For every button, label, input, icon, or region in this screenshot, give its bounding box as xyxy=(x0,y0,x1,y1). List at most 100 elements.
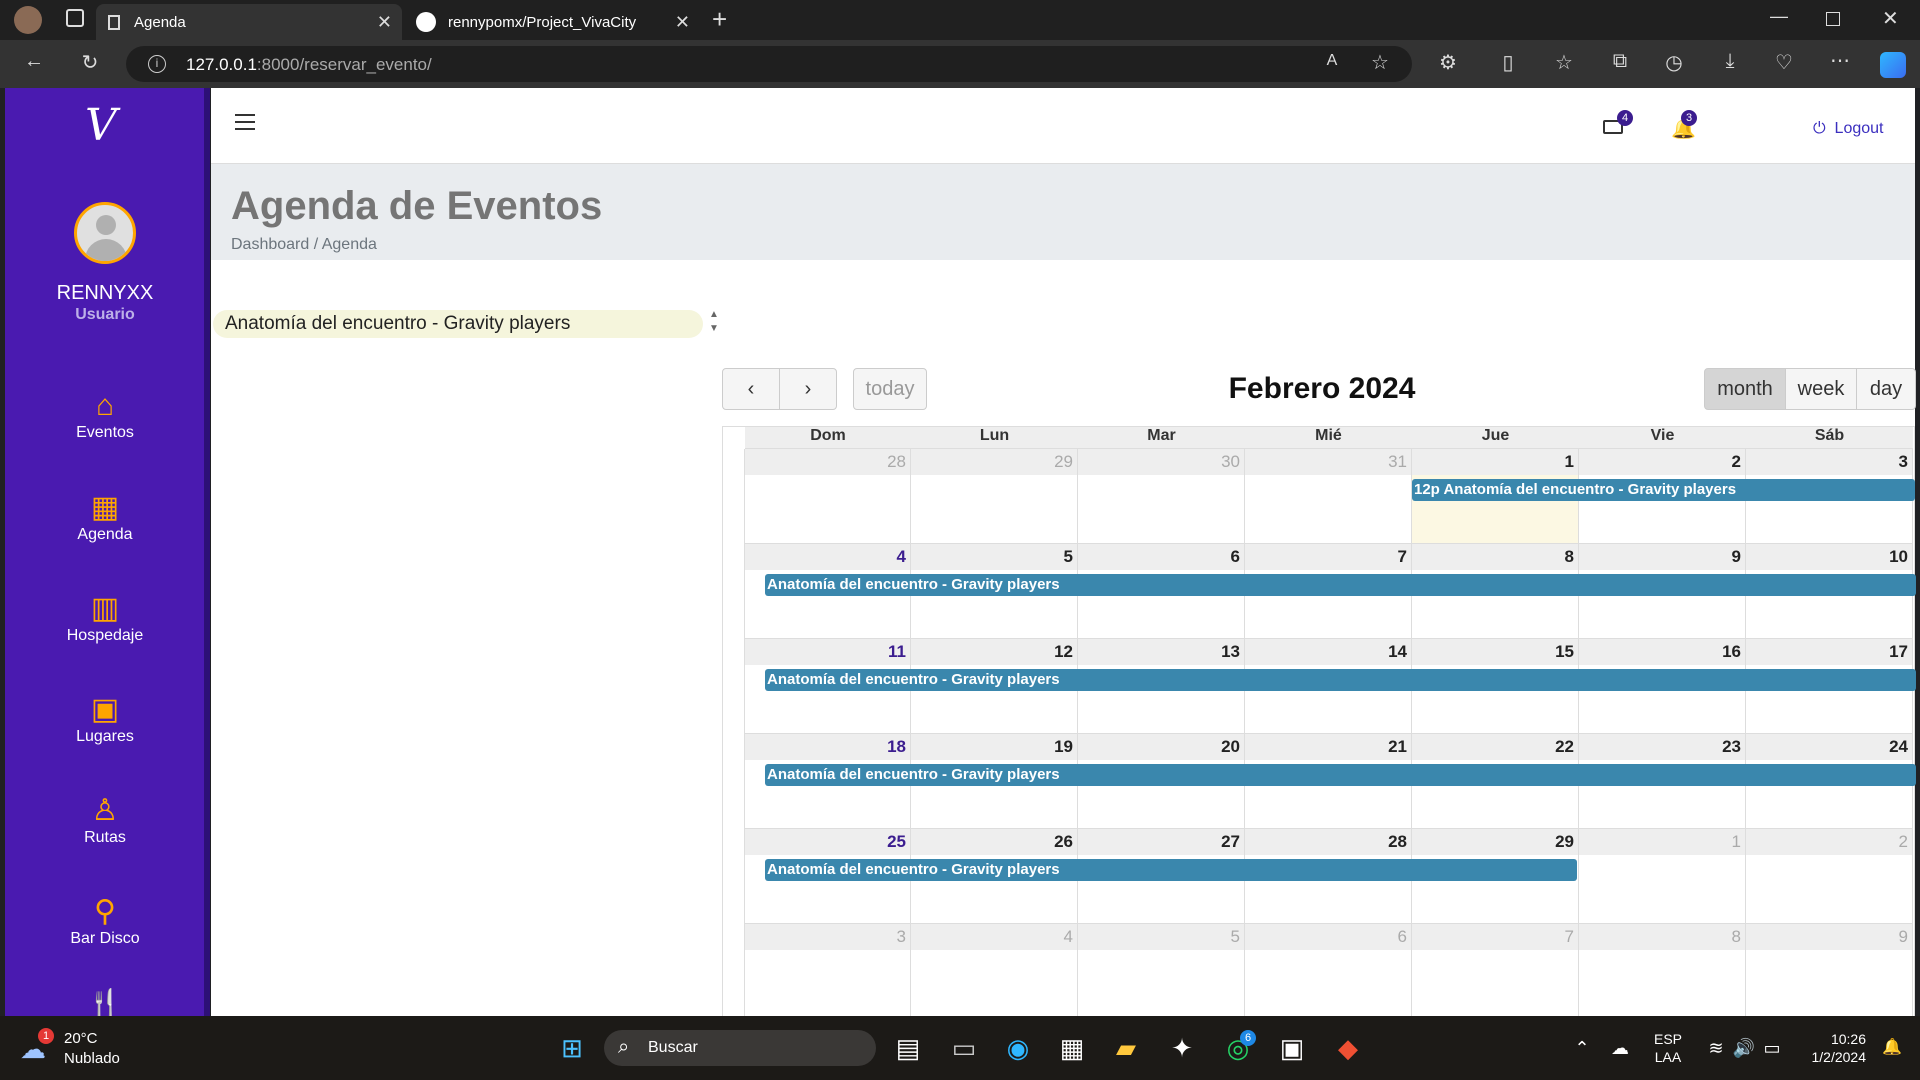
widgets-icon[interactable]: ▤ xyxy=(888,1030,928,1066)
split-screen-icon[interactable]: ▯ xyxy=(1494,50,1522,75)
search-box[interactable]: ⌕ Buscar xyxy=(604,1030,876,1066)
dow-header: Jue xyxy=(1412,427,1579,449)
calendar-week: 28 29 30 31 1 2 3 12p Anatomía del encuentro - … xyxy=(745,449,1916,544)
weather-widget[interactable]: ☁ 1 20°C Nublado xyxy=(20,1028,140,1070)
view-month-button[interactable]: month xyxy=(1704,368,1786,410)
view-day-button[interactable]: day xyxy=(1856,368,1916,410)
history-icon[interactable]: ◷ xyxy=(1660,50,1688,75)
day-header-bar xyxy=(911,449,1077,475)
file-explorer-icon[interactable]: ▰ xyxy=(1106,1030,1146,1066)
start-icon[interactable]: ⊞ xyxy=(552,1030,592,1066)
calendar-event[interactable]: Anatomía del encuentro - Gravity players xyxy=(765,859,1577,881)
tab-github[interactable]: rennypomx/Project_VivaCity ✕ xyxy=(404,4,700,40)
tray-overflow-icon[interactable]: ⌃ xyxy=(1562,1030,1602,1066)
git-icon[interactable]: ◆ xyxy=(1328,1030,1368,1066)
calendar-day[interactable]: 4 xyxy=(911,924,1078,1019)
performance-icon[interactable]: ♡ xyxy=(1770,50,1798,75)
breadcrumb: Dashboard / Agenda xyxy=(231,236,377,253)
calendar-day[interactable]: 8 xyxy=(1579,924,1746,1019)
notifications-bell-icon[interactable]: 🔔 xyxy=(1872,1030,1912,1066)
view-week-button[interactable]: week xyxy=(1785,368,1857,410)
day-header-bar xyxy=(745,829,910,855)
downloads-icon[interactable]: ⤓ xyxy=(1716,50,1744,73)
calendar-event[interactable]: Anatomía del encuentro - Gravity players xyxy=(765,669,1916,691)
calendar-day[interactable]: 6 xyxy=(1245,924,1412,1019)
prev-month-button[interactable]: ‹ xyxy=(722,368,780,410)
task-view-icon[interactable]: ▭ xyxy=(944,1030,984,1066)
sidebar-item-eventos[interactable]: ⌂ Eventos xyxy=(5,388,205,442)
copilot-icon[interactable] xyxy=(1880,52,1906,78)
day-number: 20 xyxy=(1221,737,1240,756)
tab-agenda[interactable]: Agenda ✕ xyxy=(96,4,402,40)
event-select[interactable]: Anatomía del encuentro - Gravity players… xyxy=(213,309,719,338)
day-header-bar xyxy=(1746,829,1912,855)
calendar-day[interactable]: 1 xyxy=(1579,829,1746,924)
day-number: 23 xyxy=(1722,737,1741,756)
extensions-icon[interactable]: ⚙ xyxy=(1434,50,1462,75)
sidebar: V RENNYXX Usuario ⌂ Eventos ▦ Agenda ▥ H… xyxy=(5,88,210,1022)
calendar-event[interactable]: Anatomía del encuentro - Gravity players xyxy=(765,764,1916,786)
bottle-icon: ⚲ xyxy=(94,895,116,928)
address-bar[interactable]: i 127.0.0.1:8000/reservar_evento/ A ☆ xyxy=(126,46,1412,82)
calendar-day[interactable]: 31 xyxy=(1245,449,1412,544)
logo: V xyxy=(85,100,117,151)
calendar-day[interactable]: 5 xyxy=(1078,924,1245,1019)
back-icon[interactable]: ← xyxy=(20,50,48,73)
calendar-day[interactable]: 3 xyxy=(745,924,911,1019)
maximize-button[interactable] xyxy=(1826,12,1840,26)
calendar-day[interactable]: 29 xyxy=(911,449,1078,544)
today-button[interactable]: today xyxy=(853,368,927,410)
sidebar-item-lugares[interactable]: ▣ Lugares xyxy=(5,692,205,746)
day-number: 5 xyxy=(1230,927,1240,946)
day-header-bar xyxy=(1746,639,1912,665)
calendar-event[interactable]: 12p Anatomía del encuentro - Gravity pla… xyxy=(1412,479,1915,501)
favorites-icon[interactable]: ☆ xyxy=(1550,50,1578,75)
read-aloud-icon[interactable]: A xyxy=(1318,52,1346,70)
day-number: 18 xyxy=(887,737,906,756)
sidebar-item-bar-disco[interactable]: ⚲ Bar Disco xyxy=(5,894,205,948)
hamburger-menu-icon[interactable] xyxy=(235,114,255,130)
minimize-button[interactable]: — xyxy=(1770,6,1788,27)
day-header-bar xyxy=(1078,639,1244,665)
calendar-event[interactable]: Anatomía del encuentro - Gravity players xyxy=(765,574,1916,596)
day-header-bar xyxy=(1245,449,1411,475)
close-tab-icon[interactable]: ✕ xyxy=(377,12,392,33)
tab-actions-icon[interactable] xyxy=(66,9,84,27)
calendar-day[interactable]: 28 xyxy=(745,449,911,544)
onedrive-icon[interactable]: ☁ xyxy=(1600,1030,1640,1066)
sidebar-item-agenda[interactable]: ▦ Agenda xyxy=(5,490,205,544)
calendar-day[interactable]: 7 xyxy=(1412,924,1579,1019)
edge-icon[interactable]: ◉ xyxy=(998,1030,1038,1066)
xampp-icon[interactable]: ✦ xyxy=(1162,1030,1202,1066)
language-indicator[interactable]: ESP LAA xyxy=(1654,1030,1682,1066)
clock[interactable]: 10:26 1/2/2024 xyxy=(1800,1030,1867,1066)
battery-icon[interactable]: ▭ xyxy=(1752,1030,1792,1066)
new-tab-button[interactable]: + xyxy=(712,4,727,35)
calendar-title: Febrero 2024 xyxy=(1228,372,1416,405)
avatar[interactable] xyxy=(74,202,136,264)
profile-avatar[interactable] xyxy=(14,6,42,34)
sidebar-item-hospedaje[interactable]: ▥ Hospedaje xyxy=(5,591,205,645)
mail-badge: 4 xyxy=(1617,110,1633,126)
close-tab-icon[interactable]: ✕ xyxy=(675,12,690,33)
favorite-star-icon[interactable]: ☆ xyxy=(1366,50,1394,75)
collections-icon[interactable]: ⧉ xyxy=(1606,50,1634,73)
calendar-day[interactable]: 2 xyxy=(1746,829,1913,924)
close-window-button[interactable]: ✕ xyxy=(1882,6,1899,31)
day-header-bar xyxy=(1746,734,1912,760)
terminal-icon[interactable]: ▣ xyxy=(1272,1030,1312,1066)
day-number: 12 xyxy=(1054,642,1073,661)
sidebar-item-rutas[interactable]: ♙ Rutas xyxy=(5,793,205,847)
calendar-day[interactable]: 30 xyxy=(1078,449,1245,544)
calendar-day[interactable]: 9 xyxy=(1746,924,1913,1019)
day-number: 29 xyxy=(1555,832,1574,851)
next-month-button[interactable]: › xyxy=(779,368,837,410)
page-header: Agenda de Eventos Dashboard / Agenda xyxy=(211,164,1915,260)
reload-icon[interactable]: ↻ xyxy=(76,50,104,75)
site-info-icon[interactable]: i xyxy=(148,55,166,73)
store-icon[interactable]: ▦ xyxy=(1052,1030,1092,1066)
day-number: 28 xyxy=(1388,832,1407,851)
logout-button[interactable]: ⏻ Logout xyxy=(1813,120,1883,138)
more-icon[interactable]: ⋯ xyxy=(1826,48,1854,73)
day-header-bar xyxy=(1412,544,1578,570)
